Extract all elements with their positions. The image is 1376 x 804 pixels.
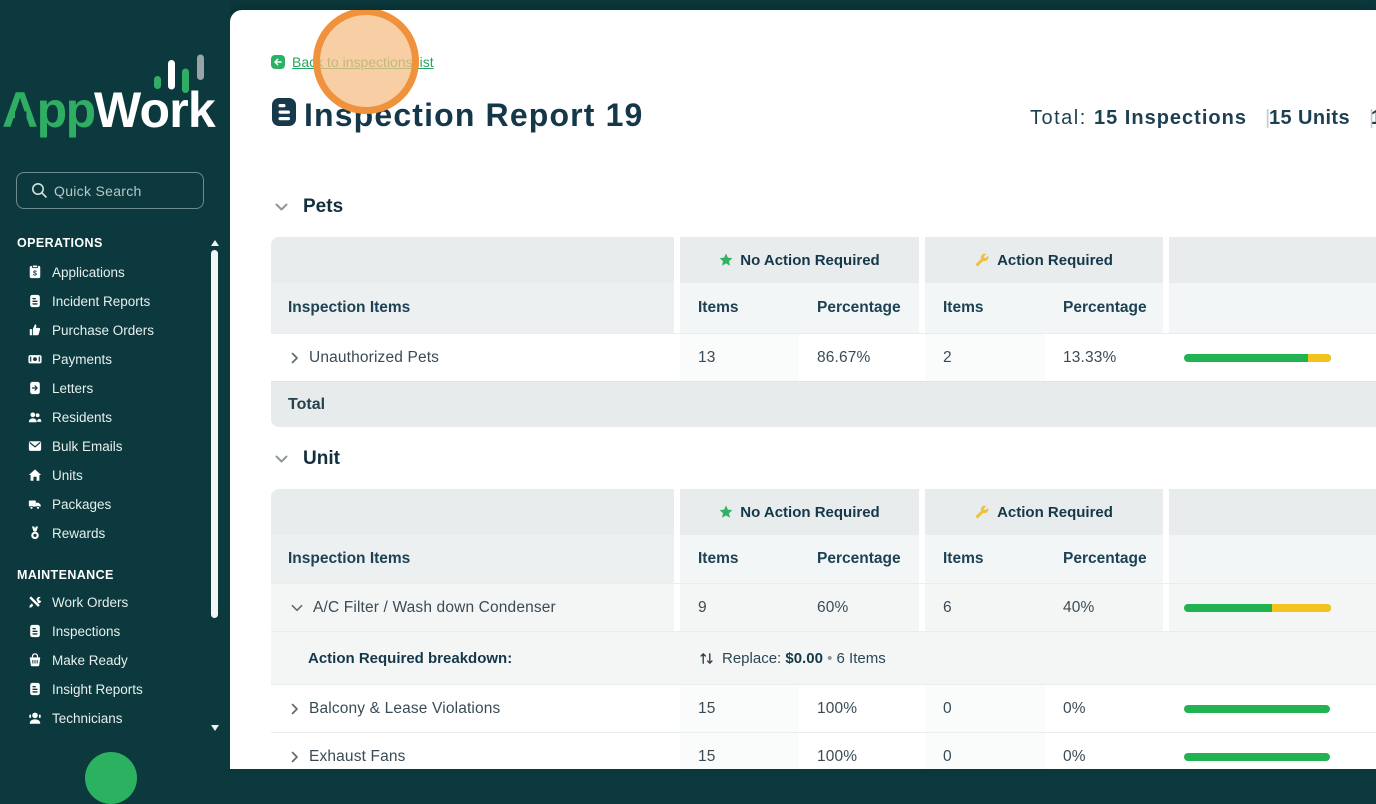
svg-text:$: $	[33, 271, 37, 278]
svg-text:App: App	[2, 82, 95, 138]
svg-text:Work: Work	[94, 82, 216, 138]
